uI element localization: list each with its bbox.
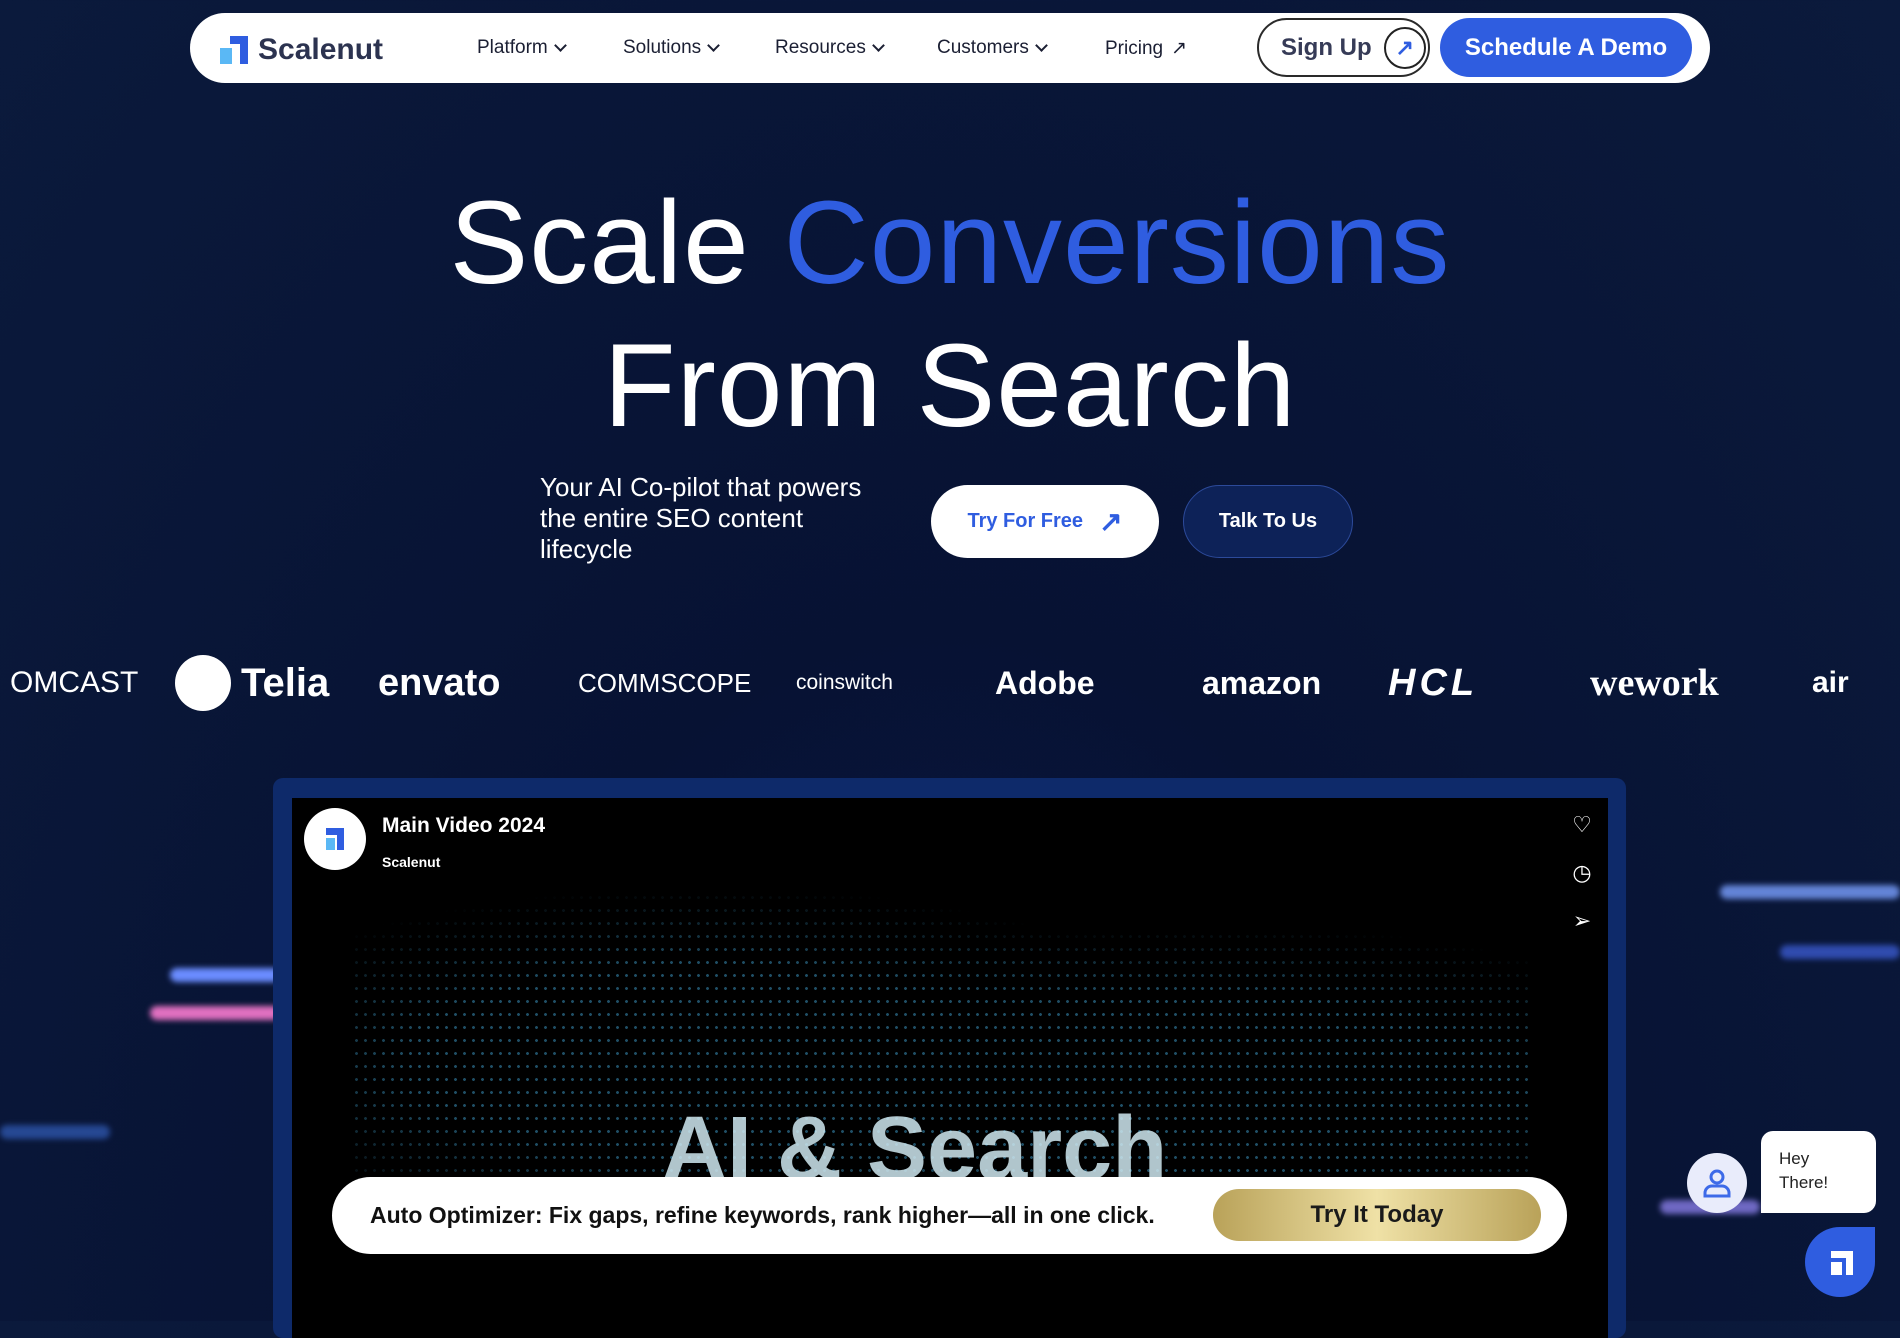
video-channel[interactable]: Scalenut <box>382 854 440 870</box>
video-player[interactable]: AI & Search Main Video 2024 Scalenut ♡ ◷… <box>292 798 1608 1338</box>
nav-label: Platform <box>477 37 548 58</box>
chat-greeting-bubble[interactable]: Hey There! <box>1761 1131 1876 1213</box>
user-icon <box>1703 1169 1731 1198</box>
logo-text: Telia <box>241 660 330 705</box>
nav-label: Customers <box>937 37 1029 58</box>
nav-platform[interactable]: Platform <box>477 37 567 59</box>
logo-amazon: amazon <box>1202 664 1322 701</box>
promo-banner: Auto Optimizer: Fix gaps, refine keyword… <box>332 1177 1567 1254</box>
chevron-down-icon <box>871 39 885 52</box>
hero-title-line2: From Search <box>603 320 1297 452</box>
hero-subtitle: Your AI Co-pilot that powers the entire … <box>540 472 862 564</box>
nav-label: Pricing <box>1105 37 1164 59</box>
logo-hcl: HCL <box>1388 661 1479 704</box>
nav-pricing[interactable]: Pricing ↗ <box>1105 37 1187 60</box>
try-it-today-button[interactable]: Try It Today <box>1213 1189 1541 1241</box>
talk-to-us-button[interactable]: Talk To Us <box>1183 485 1353 558</box>
nav-customers[interactable]: Customers <box>937 37 1048 59</box>
logo-airtel: air <box>1812 666 1849 699</box>
top-navbar: Scalenut Platform Solutions Resources Cu… <box>190 13 1710 83</box>
logo-wework: wework <box>1590 662 1719 704</box>
logo-adobe: Adobe <box>995 664 1095 701</box>
nav-resources[interactable]: Resources <box>775 37 885 59</box>
logo-comcast: OMCAST <box>10 666 139 699</box>
clock-icon[interactable]: ◷ <box>1567 858 1597 888</box>
hero-title-line1: Scale Conversions <box>0 175 1900 311</box>
try-free-label: Try For Free <box>967 510 1084 532</box>
brand-logo[interactable]: Scalenut <box>220 33 383 67</box>
nav-solutions[interactable]: Solutions <box>623 37 721 59</box>
logo-telia: Telia <box>175 655 329 711</box>
telia-icon <box>175 655 231 711</box>
sign-up-label: Sign Up <box>1281 33 1372 61</box>
promo-text: Auto Optimizer: Fix gaps, refine keyword… <box>370 1202 1155 1228</box>
nav-label: Resources <box>775 37 866 58</box>
chat-launcher-button[interactable] <box>1805 1227 1875 1297</box>
arrow-up-right-icon: ↗ <box>1099 506 1123 537</box>
scalenut-logo-icon <box>220 36 248 64</box>
hero-title-text: Scale <box>449 177 784 309</box>
nav-label: Solutions <box>623 37 702 58</box>
scalenut-logo-icon <box>326 828 344 850</box>
logo-coinswitch: coinswitch <box>796 671 893 694</box>
share-icon[interactable]: ➢ <box>1567 906 1597 936</box>
chevron-down-icon <box>1034 39 1048 52</box>
arrow-up-right-icon: ↗ <box>1383 26 1426 69</box>
arrow-up-right-icon: ↗ <box>1171 38 1187 59</box>
channel-avatar[interactable] <box>304 808 366 870</box>
try-for-free-button[interactable]: Try For Free ↗ <box>931 485 1159 558</box>
chevron-down-icon <box>707 39 721 52</box>
schedule-demo-button[interactable]: Schedule A Demo <box>1440 18 1692 77</box>
logo-envato: envato <box>378 661 501 704</box>
logo-commscope: COMMSCOPE <box>578 667 752 698</box>
chat-agent-avatar[interactable] <box>1687 1153 1747 1213</box>
video-title[interactable]: Main Video 2024 <box>382 814 545 838</box>
chevron-down-icon <box>553 39 567 52</box>
heart-icon[interactable]: ♡ <box>1567 810 1597 840</box>
hero-title-accent: Conversions <box>783 177 1451 309</box>
sign-up-button[interactable]: Sign Up ↗ <box>1257 18 1430 77</box>
scalenut-logo-icon <box>1831 1251 1853 1275</box>
brand-name: Scalenut <box>258 33 384 66</box>
